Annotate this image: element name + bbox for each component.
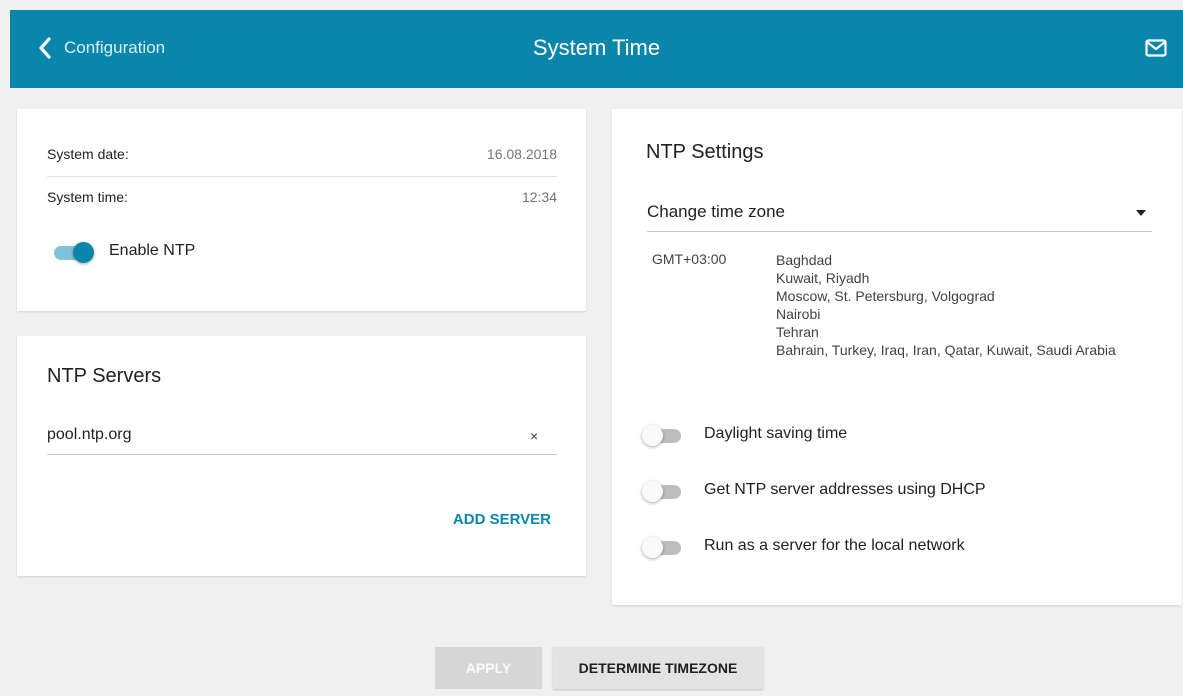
ntp-settings-title: NTP Settings [646, 141, 764, 163]
toggle-knob [642, 425, 663, 446]
city-line: Kuwait, Riyadh [776, 270, 870, 286]
enable-ntp-toggle[interactable] [51, 242, 94, 263]
enable-ntp-label: Enable NTP [109, 242, 196, 259]
input-underline [47, 454, 557, 455]
city-line: Bahrain, Turkey, Iraq, Iran, Qatar, Kuwa… [776, 342, 1116, 358]
clear-server-icon[interactable]: × [530, 428, 538, 444]
ntp-settings-card: NTP Settings Change time zone GMT+03:00 … [612, 109, 1182, 605]
toggle-knob [642, 537, 663, 558]
app-header: Configuration System Time [10, 10, 1183, 88]
determine-timezone-button[interactable]: DETERMINE TIMEZONE [553, 647, 763, 689]
timezone-select-label: Change time zone [647, 202, 785, 221]
toggle-knob [73, 242, 94, 263]
select-underline [647, 231, 1152, 232]
caret-down-icon [1136, 210, 1146, 216]
apply-button[interactable]: APPLY [435, 647, 542, 689]
mail-icon[interactable] [1145, 39, 1167, 57]
ntp-servers-title: NTP Servers [47, 365, 162, 387]
system-time-label: System time: [47, 189, 128, 205]
city-line: Nairobi [776, 306, 821, 322]
daylight-saving-toggle[interactable] [642, 425, 682, 446]
local-server-label: Run as a server for the local network [704, 537, 965, 554]
system-date-value: 16.08.2018 [486, 146, 557, 162]
dhcp-ntp-label: Get NTP server addresses using DHCP [704, 481, 986, 498]
divider [47, 176, 557, 177]
system-date-row: System date: 16.08.2018 [47, 146, 557, 162]
system-date-label: System date: [47, 146, 129, 162]
system-status-card: System date: 16.08.2018 System time: 12:… [17, 109, 586, 311]
ntp-server-input[interactable]: pool.ntp.org [47, 426, 132, 444]
city-line: Baghdad [776, 252, 833, 268]
toggle-knob [642, 481, 663, 502]
system-time-row: System time: 12:34 [47, 189, 557, 205]
timezone-select[interactable]: Change time zone [647, 201, 1152, 231]
local-server-toggle[interactable] [642, 537, 682, 558]
city-line: Moscow, St. Petersburg, Volgograd [776, 288, 995, 304]
page-title: System Time [532, 35, 661, 60]
daylight-saving-label: Daylight saving time [704, 425, 848, 442]
city-line: Tehran [776, 324, 819, 340]
ntp-servers-card: NTP Servers pool.ntp.org × ADD SERVER [17, 336, 586, 576]
add-server-button[interactable]: ADD SERVER [453, 511, 551, 528]
dhcp-ntp-toggle[interactable] [642, 481, 682, 502]
system-time-value: 12:34 [521, 189, 557, 205]
gmt-offset: GMT+03:00 [652, 251, 727, 267]
timezone-cities: Baghdad Kuwait, Riyadh Moscow, St. Peter… [776, 251, 1146, 359]
top-strip [10, 0, 1183, 10]
